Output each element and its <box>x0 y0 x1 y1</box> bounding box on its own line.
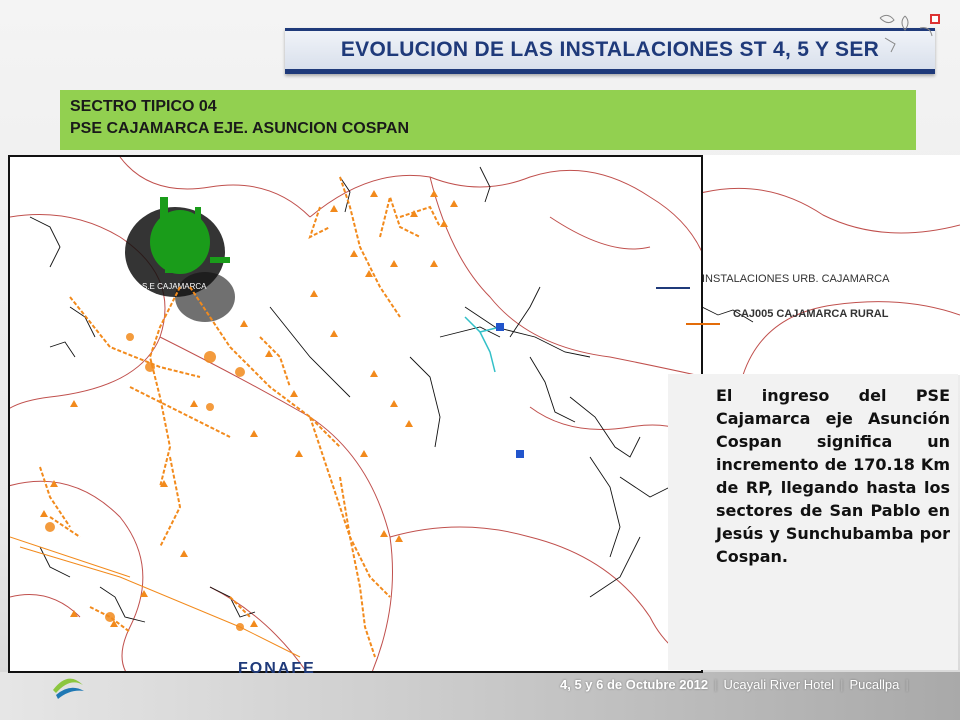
legend-urban-label: INSTALACIONES URB. CAJAMARCA <box>702 273 890 285</box>
sector-subtitle: PSE CAJAMARCA EJE. ASUNCION COSPAN <box>70 120 410 137</box>
map-drawing: S.E CAJAMARCA <box>10 157 701 671</box>
description-box: El ingreso del PSE Cajamarca eje Asunció… <box>668 374 958 670</box>
distribution-map[interactable]: S.E CAJAMARCA <box>8 155 703 673</box>
event-footer: 4, 5 y 6 de Octubre 2012 | Ucayali River… <box>560 677 909 692</box>
legend-rural-label: CAJ005 CAJAMARCA RURAL <box>733 308 889 320</box>
substation-marker <box>496 323 504 331</box>
map-extension-drawing <box>692 187 960 376</box>
footer-separator: | <box>905 677 909 692</box>
legend-urban-line <box>656 287 690 289</box>
substation-marker <box>516 450 524 458</box>
event-date: 4, 5 y 6 de Octubre 2012 <box>560 677 709 692</box>
slide-title: EVOLUCION DE LAS INSTALACIONES ST 4, 5 Y… <box>340 38 880 61</box>
event-venue: Ucayali River Hotel <box>723 677 835 692</box>
sector-title: SECTRO TIPICO 04 <box>70 98 217 115</box>
footer-separator: | <box>840 677 844 692</box>
footer-logo-text: FONAFE <box>238 660 316 677</box>
decorative-emblem-icon <box>879 14 940 53</box>
slide-title-bar: EVOLUCION DE LAS INSTALACIONES ST 4, 5 Y… <box>285 28 935 74</box>
city-label: S.E CAJAMARCA <box>142 282 207 291</box>
map-extension <box>692 155 960 376</box>
footer-separator: | <box>714 677 718 692</box>
sector-banner: SECTRO TIPICO 04 PSE CAJAMARCA EJE. ASUN… <box>60 90 916 150</box>
legend-rural-line <box>686 323 720 325</box>
event-city: Pucallpa <box>849 677 900 692</box>
description-text: El ingreso del PSE Cajamarca eje Asunció… <box>716 386 950 566</box>
